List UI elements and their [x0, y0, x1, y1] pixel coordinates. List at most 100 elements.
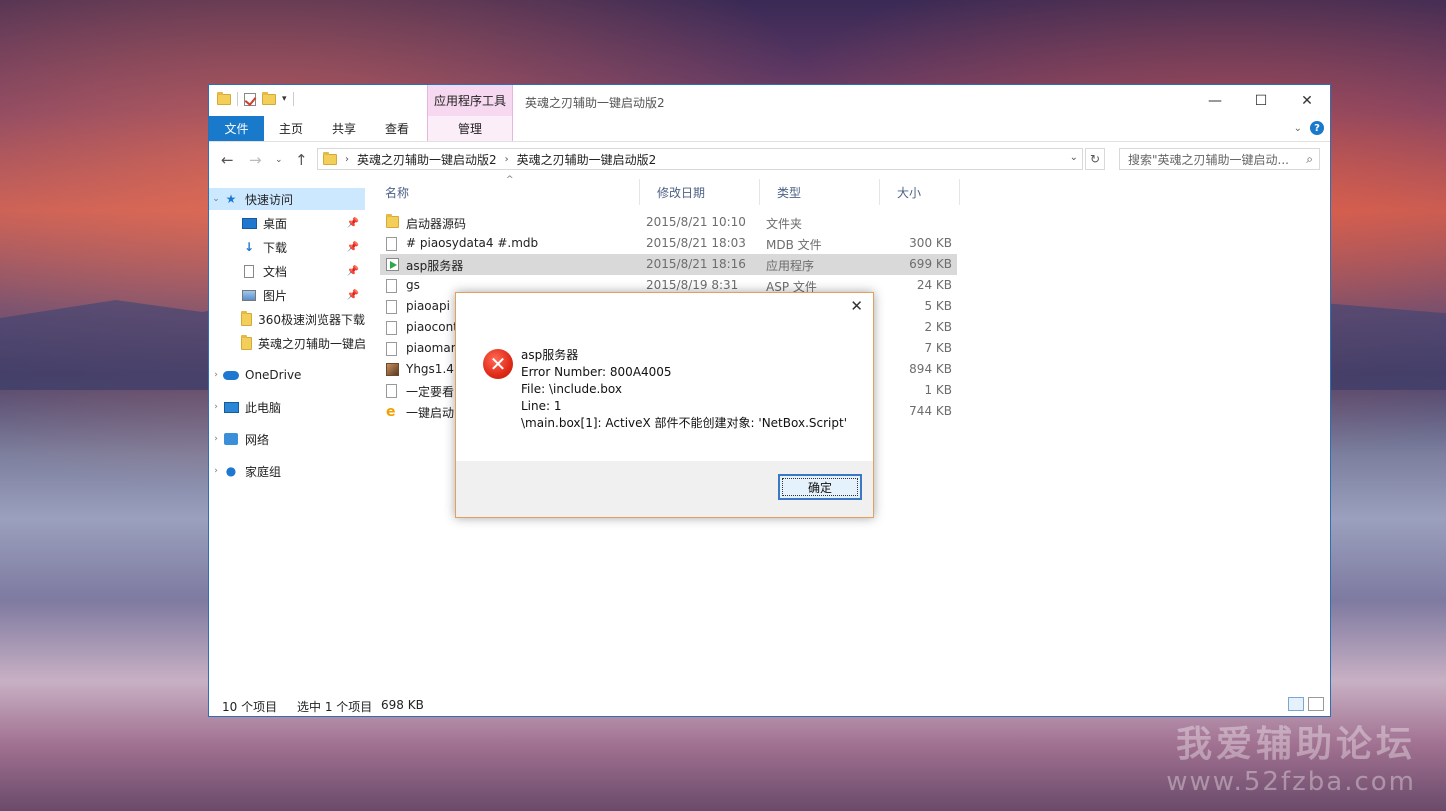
file-row[interactable]: 启动器源码 2015/8/21 10:10 文件夹 [380, 212, 957, 233]
breadcrumb-separator-icon: › [504, 153, 509, 165]
search-icon: ⌕ [1306, 152, 1313, 166]
file-date: 2015/8/21 18:16 [646, 257, 746, 271]
expand-chevron-icon[interactable]: › [209, 370, 223, 380]
file-icon [386, 300, 397, 314]
recent-locations-chevron-icon[interactable]: ⌄ [275, 155, 283, 165]
expand-chevron-icon[interactable]: › [209, 402, 223, 412]
nav-item-360-downloads[interactable]: 360极速浏览器下载 [209, 308, 365, 330]
watermark-title: 我爱辅助论坛 [1175, 724, 1416, 765]
file-date: 2015/8/21 10:10 [646, 215, 746, 229]
nav-item-downloads[interactable]: ↓ 下载 📌 [209, 236, 365, 258]
file-icon [386, 321, 397, 335]
expand-chevron-icon[interactable]: › [209, 434, 223, 444]
nav-this-pc[interactable]: › 此电脑 [209, 396, 365, 418]
watermark-url: www.52fzba.com [1166, 767, 1416, 797]
computer-icon [223, 400, 239, 414]
file-size: 24 KB [916, 278, 952, 292]
nav-homegroup[interactable]: › ● 家庭组 [209, 460, 365, 482]
breadcrumb: › 英魂之刃辅助一键启动版2 › 英魂之刃辅助一键启动版2 [345, 151, 656, 168]
expand-ribbon-chevron-icon[interactable]: ⌄ [1294, 123, 1302, 134]
file-type: 应用程序 [766, 259, 815, 273]
nav-item-game-helper[interactable]: 英魂之刃辅助一键启 [209, 332, 365, 354]
breadcrumb-item[interactable]: 英魂之刃辅助一键启动版2 [517, 151, 657, 168]
window-controls: — ☐ ✕ [1192, 85, 1330, 116]
nav-label: 下载 [263, 240, 288, 255]
nav-quick-access[interactable]: ⌄ ★ 快速访问 [209, 188, 365, 210]
tab-home[interactable]: 主页 [268, 116, 314, 141]
address-dropdown-icon[interactable]: ⌄ [1070, 152, 1078, 163]
nav-network[interactable]: › 网络 [209, 428, 365, 450]
nav-label: 桌面 [263, 216, 288, 231]
tab-share[interactable]: 共享 [321, 116, 367, 141]
error-title: asp服务器 [521, 348, 579, 362]
column-header-date[interactable]: 修改日期 [640, 179, 760, 205]
nav-item-desktop[interactable]: 桌面 📌 [209, 212, 365, 234]
nav-label: OneDrive [245, 368, 302, 382]
file-size: 5 KB [924, 299, 952, 313]
large-icons-view-icon[interactable] [1308, 697, 1324, 711]
file-name: gs [406, 278, 420, 292]
pin-icon: 📌 [346, 265, 359, 277]
exe-icon [386, 258, 399, 271]
forward-arrow-icon[interactable]: → [249, 151, 262, 169]
details-view-icon[interactable] [1288, 697, 1304, 711]
ok-button[interactable]: 确定 [778, 474, 862, 500]
nav-label: 快速访问 [245, 192, 294, 207]
expand-chevron-icon[interactable]: › [209, 466, 223, 476]
search-input[interactable]: 搜索"英魂之刃辅助一键启动... ⌕ [1119, 148, 1320, 170]
new-folder-icon[interactable] [262, 91, 276, 105]
ribbon-right-controls: ⌄ ? [1294, 121, 1324, 135]
maximize-button[interactable]: ☐ [1238, 85, 1284, 116]
close-button[interactable]: ✕ [1284, 85, 1330, 116]
tab-manage[interactable]: 管理 [427, 116, 513, 141]
refresh-icon[interactable]: ↻ [1085, 148, 1105, 170]
file-date: 2015/8/19 8:31 [646, 278, 739, 292]
customize-toolbar-dropdown-icon[interactable]: ▾ [282, 94, 287, 104]
file-size: 2 KB [924, 320, 952, 334]
file-type: 文件夹 [766, 217, 803, 231]
minimize-button[interactable]: — [1192, 85, 1238, 116]
file-date: 2015/8/21 18:03 [646, 236, 746, 250]
back-arrow-icon[interactable]: ← [221, 151, 234, 169]
properties-icon[interactable] [244, 92, 256, 106]
folder-icon [241, 310, 253, 326]
nav-item-documents[interactable]: 文档 📌 [209, 260, 365, 282]
nav-label: 图片 [263, 288, 288, 303]
column-header-size[interactable]: 大小 [880, 179, 960, 205]
status-bar: 10 个项目 选中 1 个项目 698 KB [209, 695, 1330, 717]
item-count: 10 个项目 [222, 700, 278, 714]
error-icon: ✕ [483, 349, 513, 379]
cloud-icon [223, 368, 239, 382]
file-size: 699 KB [909, 257, 952, 271]
nav-label: 网络 [245, 432, 270, 447]
homegroup-icon: ● [225, 464, 237, 478]
column-header-type[interactable]: 类型 [760, 179, 880, 205]
file-name: 启动器源码 [406, 217, 467, 231]
dialog-close-button[interactable]: ✕ [850, 297, 863, 315]
address-bar-row: ← → ⌄ ↑ › 英魂之刃辅助一键启动版2 › 英魂之刃辅助一键启动版2 ⌄ … [209, 142, 1330, 178]
nav-label: 360极速浏览器下载 [258, 312, 365, 327]
address-field[interactable]: › 英魂之刃辅助一键启动版2 › 英魂之刃辅助一键启动版2 ⌄ [317, 148, 1083, 170]
tab-view[interactable]: 查看 [374, 116, 420, 141]
file-row-selected[interactable]: asp服务器 2015/8/21 18:16 应用程序 699 KB [380, 254, 957, 275]
up-arrow-icon[interactable]: ↑ [295, 151, 308, 169]
file-row[interactable]: # piaosydata4 #.mdb 2015/8/21 18:03 MDB … [380, 233, 957, 254]
error-line: File: \include.box [521, 382, 622, 396]
title-bar: ▾ 应用程序工具 英魂之刃辅助一键启动版2 — ☐ ✕ [209, 85, 1330, 116]
folder-icon [217, 91, 231, 105]
nav-label: 英魂之刃辅助一键启 [258, 336, 365, 351]
help-icon[interactable]: ? [1310, 121, 1324, 135]
context-tab-app-tools[interactable]: 应用程序工具 [427, 85, 513, 116]
collapse-chevron-icon[interactable]: ⌄ [209, 194, 223, 204]
nav-onedrive[interactable]: › OneDrive [209, 364, 365, 386]
nav-label: 此电脑 [245, 400, 282, 415]
column-header-name[interactable]: 名称 [368, 179, 640, 205]
tab-file[interactable]: 文件 [209, 116, 264, 141]
download-icon: ↓ [243, 240, 255, 254]
file-name: asp服务器 [406, 259, 464, 273]
file-icon [386, 342, 397, 356]
breadcrumb-item[interactable]: 英魂之刃辅助一键启动版2 [357, 151, 497, 168]
folder-icon [323, 151, 337, 165]
nav-item-pictures[interactable]: 图片 📌 [209, 284, 365, 306]
file-name: # piaosydata4 #.mdb [406, 236, 539, 250]
